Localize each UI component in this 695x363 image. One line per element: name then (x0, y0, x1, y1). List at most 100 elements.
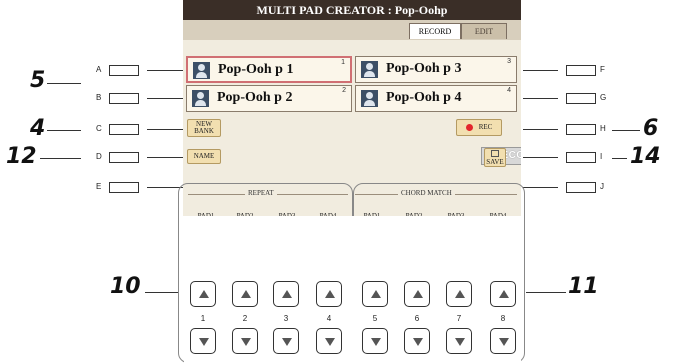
button-letter: D (96, 152, 102, 161)
callout-5: 5 (30, 68, 46, 93)
button-letter: E (96, 182, 102, 191)
callout-4: 4 (30, 116, 46, 141)
up-button[interactable] (273, 281, 299, 307)
pad-2[interactable]: Pop-Ooh p 2 2 (186, 85, 352, 112)
side-button-c[interactable] (109, 124, 139, 135)
rec-label: REC (478, 123, 493, 131)
down-button[interactable] (316, 328, 342, 354)
callout-line (47, 130, 81, 131)
pad-number: 1 (341, 59, 345, 66)
save-button[interactable]: SAVE (484, 148, 506, 167)
name-button[interactable]: NAME (187, 149, 221, 164)
pad-icon (193, 62, 210, 79)
button-connector (523, 70, 558, 71)
rec-button[interactable]: REC (456, 119, 502, 136)
up-button[interactable] (190, 281, 216, 307)
up-button[interactable] (362, 281, 388, 307)
pad-icon (361, 61, 378, 78)
down-button[interactable] (404, 328, 430, 354)
up-arrow-icon (413, 290, 423, 298)
down-arrow-icon (455, 338, 465, 346)
callout-12: 12 (6, 144, 37, 169)
button-connector (147, 157, 183, 158)
down-arrow-icon (371, 338, 381, 346)
pad-4[interactable]: Pop-Ooh p 4 4 (355, 85, 517, 112)
button-connector (523, 157, 558, 158)
button-connector (147, 70, 183, 71)
callout-14: 14 (630, 144, 661, 169)
button-number: 8 (500, 314, 506, 323)
button-number: 4 (326, 314, 332, 323)
button-number: 1 (200, 314, 206, 323)
side-button-g[interactable] (566, 93, 596, 104)
floppy-icon (491, 150, 499, 157)
button-number: 5 (372, 314, 378, 323)
side-button-a[interactable] (109, 65, 139, 76)
down-arrow-icon (325, 338, 335, 346)
down-button[interactable] (190, 328, 216, 354)
up-arrow-icon (371, 290, 381, 298)
down-arrow-icon (241, 338, 251, 346)
up-arrow-icon (455, 290, 465, 298)
down-arrow-icon (499, 338, 509, 346)
side-button-d[interactable] (109, 152, 139, 163)
button-connector (147, 98, 183, 99)
pad-3[interactable]: Pop-Ooh p 3 3 (355, 56, 517, 83)
callout-10: 10 (110, 274, 141, 299)
up-arrow-icon (325, 290, 335, 298)
down-arrow-icon (199, 338, 209, 346)
button-letter: J (600, 182, 604, 191)
button-letter: G (600, 93, 607, 102)
up-arrow-icon (282, 290, 292, 298)
pad-number: 3 (507, 58, 511, 65)
down-button[interactable] (362, 328, 388, 354)
tab-edit[interactable]: EDIT (461, 23, 507, 39)
down-arrow-icon (413, 338, 423, 346)
rec-dot-icon (465, 123, 473, 131)
button-connector (523, 187, 558, 188)
up-button[interactable] (404, 281, 430, 307)
up-arrow-icon (499, 290, 509, 298)
button-number: 3 (283, 314, 289, 323)
new-bank-button[interactable]: NEW BANK (187, 119, 221, 137)
up-button[interactable] (446, 281, 472, 307)
button-number: 2 (242, 314, 248, 323)
callout-line (145, 292, 178, 293)
pad-number: 2 (342, 87, 346, 94)
pad-name: Pop-Ooh p 4 (386, 90, 462, 105)
side-button-f[interactable] (566, 65, 596, 76)
down-button[interactable] (490, 328, 516, 354)
up-button[interactable] (490, 281, 516, 307)
callout-line (40, 158, 81, 159)
tab-record[interactable]: RECORD (409, 23, 461, 39)
up-button[interactable] (316, 281, 342, 307)
button-letter: C (96, 124, 102, 133)
down-button[interactable] (446, 328, 472, 354)
up-button[interactable] (232, 281, 258, 307)
side-button-i[interactable] (566, 152, 596, 163)
up-arrow-icon (241, 290, 251, 298)
down-button[interactable] (232, 328, 258, 354)
side-button-j[interactable] (566, 182, 596, 193)
pad-name: Pop-Ooh p 2 (217, 90, 293, 105)
pad-icon (192, 90, 209, 107)
button-number: 6 (414, 314, 420, 323)
side-button-e[interactable] (109, 182, 139, 193)
down-button[interactable] (273, 328, 299, 354)
button-letter: A (96, 65, 102, 74)
save-label: SAVE (486, 158, 504, 166)
button-connector (523, 129, 558, 130)
button-connector (147, 187, 183, 188)
button-letter: F (600, 65, 605, 74)
callout-line (526, 292, 566, 293)
button-connector (523, 98, 558, 99)
callout-line (612, 158, 627, 159)
side-button-b[interactable] (109, 93, 139, 104)
pad-icon (361, 90, 378, 107)
pad-name: Pop-Ooh p 3 (386, 61, 462, 76)
pad-1[interactable]: Pop-Ooh p 1 1 (186, 56, 352, 83)
side-button-h[interactable] (566, 124, 596, 135)
callout-line (612, 130, 640, 131)
button-letter: I (600, 152, 603, 161)
pad-name: Pop-Ooh p 1 (218, 62, 294, 77)
